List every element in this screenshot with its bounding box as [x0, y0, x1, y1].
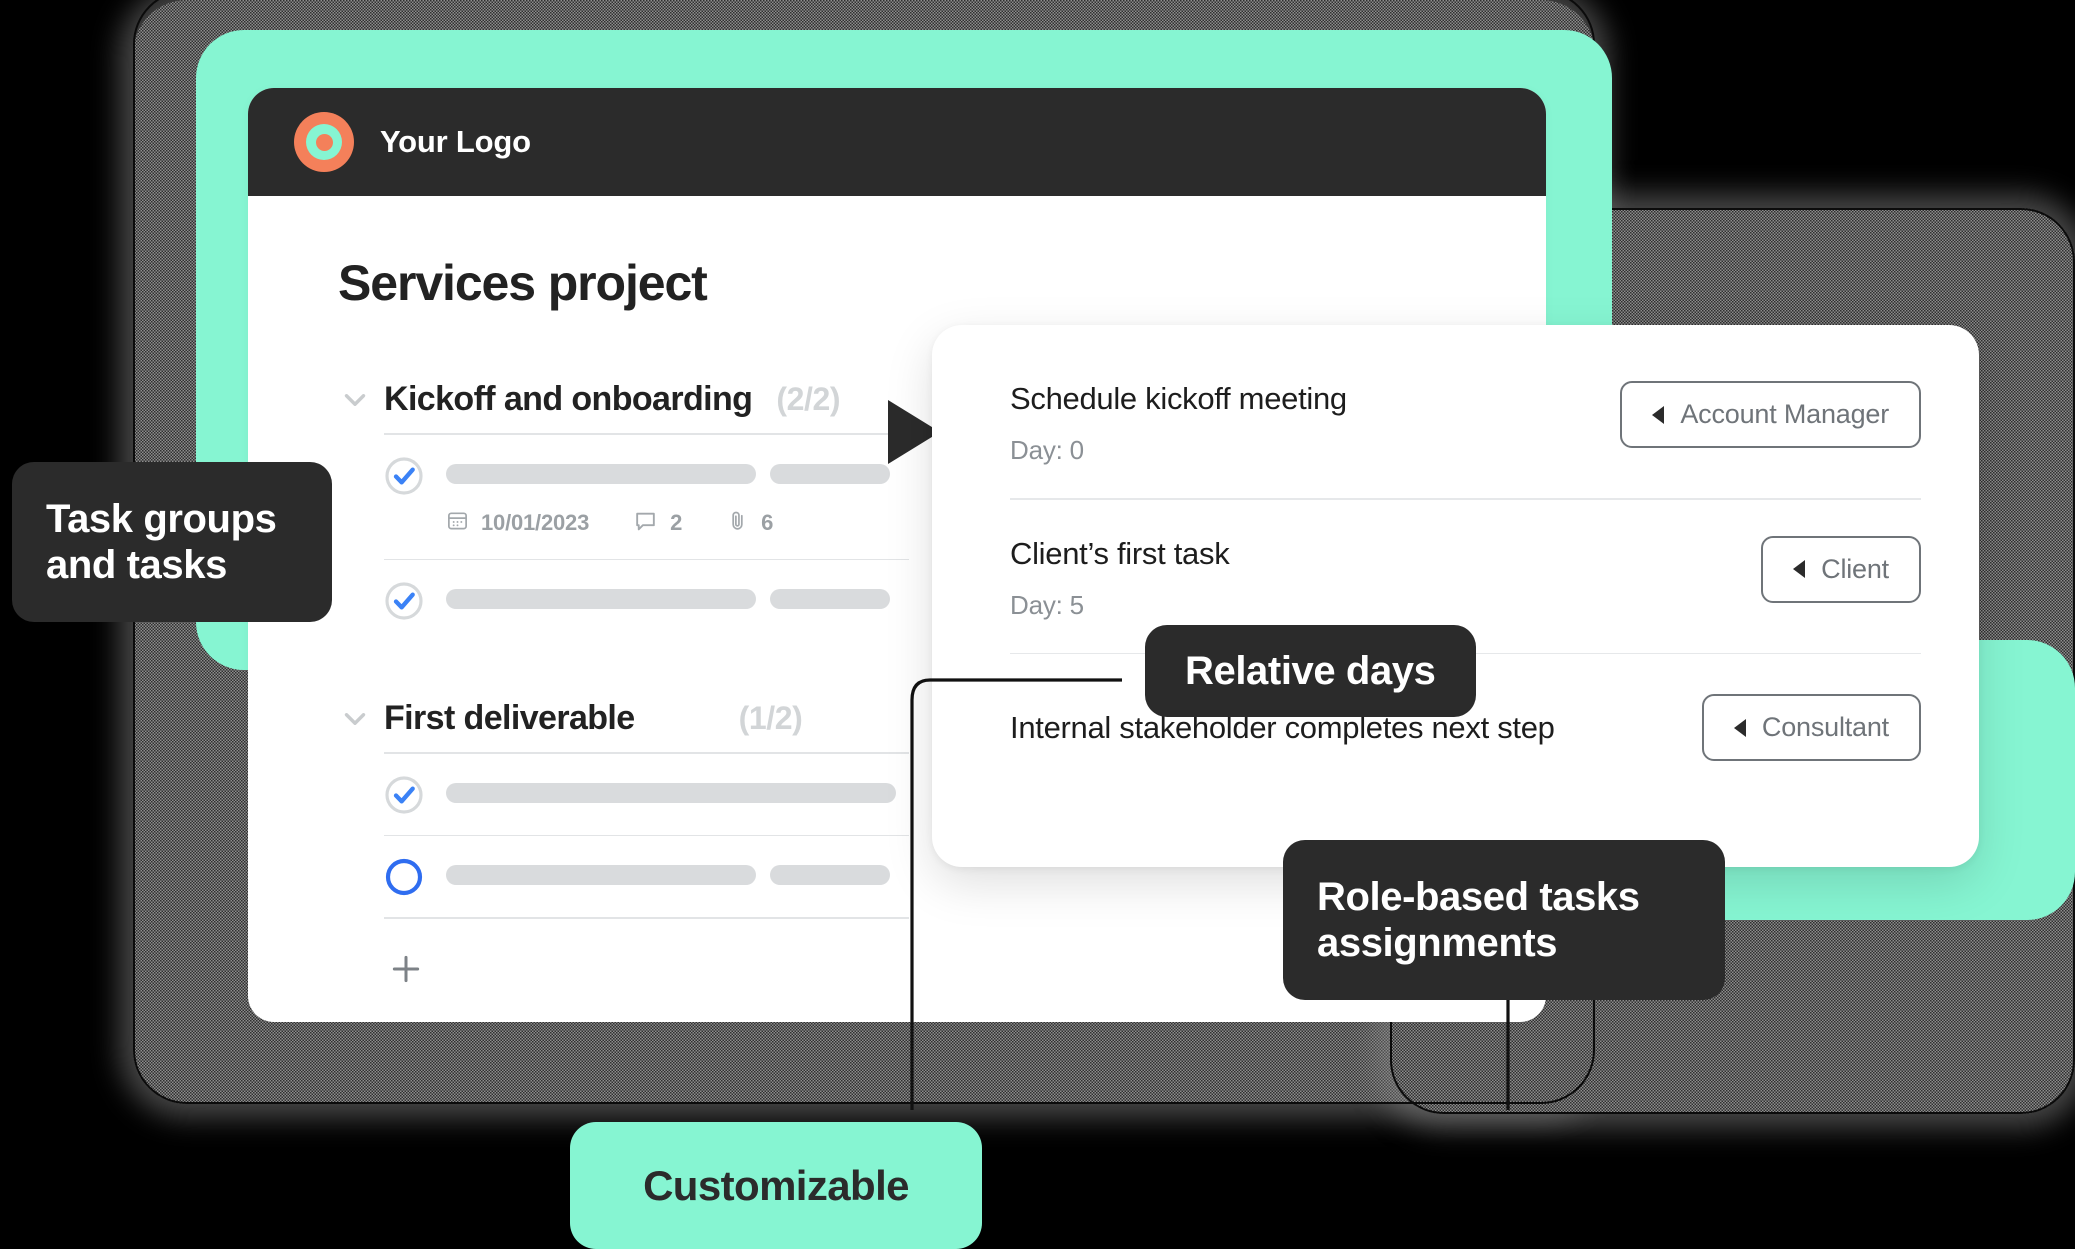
logo-icon — [294, 112, 354, 172]
checkbox-unchecked-icon[interactable] — [384, 857, 424, 897]
poster-canvas: Your Logo Services project Kickoff and o… — [0, 0, 2075, 1249]
caret-left-icon — [1733, 718, 1746, 737]
callout-customizable: Customizable — [570, 1122, 982, 1249]
app-topbar: Your Logo — [248, 88, 1546, 196]
placeholder-bar — [446, 463, 756, 484]
detail-task-title: Schedule kickoff meeting — [1010, 381, 1347, 416]
placeholder-bar — [770, 463, 890, 484]
role-button-consultant[interactable]: Consultant — [1701, 694, 1921, 761]
attachment-count: 6 — [761, 510, 774, 535]
divider — [384, 917, 909, 919]
task-group-count: (1/2) — [738, 700, 803, 736]
checkbox-checked-icon[interactable] — [384, 581, 424, 621]
callout-label: Role-based tasks assignments — [1317, 874, 1640, 965]
task-detail-card: Schedule kickoff meeting Day: 0 Account … — [932, 325, 1979, 867]
checkbox-checked-icon[interactable] — [384, 456, 424, 496]
placeholder-bar — [770, 865, 890, 885]
task-group-title: Kickoff and onboarding — [384, 380, 753, 418]
role-label: Client — [1821, 553, 1889, 584]
placeholder-bar — [446, 589, 756, 609]
task-placeholder-content — [446, 782, 896, 803]
divider — [1010, 498, 1921, 500]
detail-relative-day: Day: 5 — [1010, 589, 1084, 620]
paperclip-icon — [726, 509, 749, 538]
task-group-count: (2/2) — [776, 381, 841, 417]
role-button-account-manager[interactable]: Account Manager — [1620, 381, 1921, 448]
task-placeholder-content: 10/01/2023 2 6 — [446, 463, 890, 539]
callout-label: Task groups and tasks — [46, 496, 277, 587]
detail-row[interactable]: Client’s first task Day: 5 Client — [1010, 535, 1921, 621]
chevron-down-icon[interactable] — [338, 383, 384, 417]
placeholder-bar — [770, 589, 890, 609]
chevron-down-icon[interactable] — [338, 702, 384, 736]
role-button-client[interactable]: Client — [1761, 535, 1921, 603]
callout-task-groups: Task groups and tasks — [12, 462, 332, 622]
page-title: Services project — [338, 255, 708, 311]
caret-left-icon — [1793, 560, 1806, 578]
logo-text: Your Logo — [380, 124, 531, 159]
placeholder-bar — [446, 865, 756, 885]
calendar-icon — [446, 509, 469, 538]
task-meta: 10/01/2023 2 6 — [446, 508, 890, 539]
detail-row[interactable]: Schedule kickoff meeting Day: 0 Account … — [1010, 381, 1921, 466]
role-label: Consultant — [1761, 712, 1889, 742]
detail-task-title: Client’s first task — [1010, 535, 1230, 571]
callout-label: Customizable — [643, 1161, 909, 1209]
checkbox-checked-icon[interactable] — [384, 775, 424, 815]
caret-left-icon — [1652, 405, 1665, 424]
comment-icon — [633, 508, 658, 539]
comment-count: 2 — [670, 510, 683, 535]
callout-label: Relative days — [1185, 648, 1436, 693]
detail-relative-day: Day: 0 — [1010, 435, 1084, 465]
placeholder-bar — [446, 782, 896, 803]
task-placeholder-content — [446, 589, 890, 609]
role-label: Account Manager — [1680, 399, 1889, 429]
callout-role-based: Role-based tasks assignments — [1283, 840, 1725, 1000]
task-date: 10/01/2023 — [481, 510, 590, 535]
callout-relative-days: Relative days — [1145, 625, 1476, 717]
task-placeholder-content — [446, 865, 890, 885]
task-group-title: First deliverable — [384, 699, 635, 737]
